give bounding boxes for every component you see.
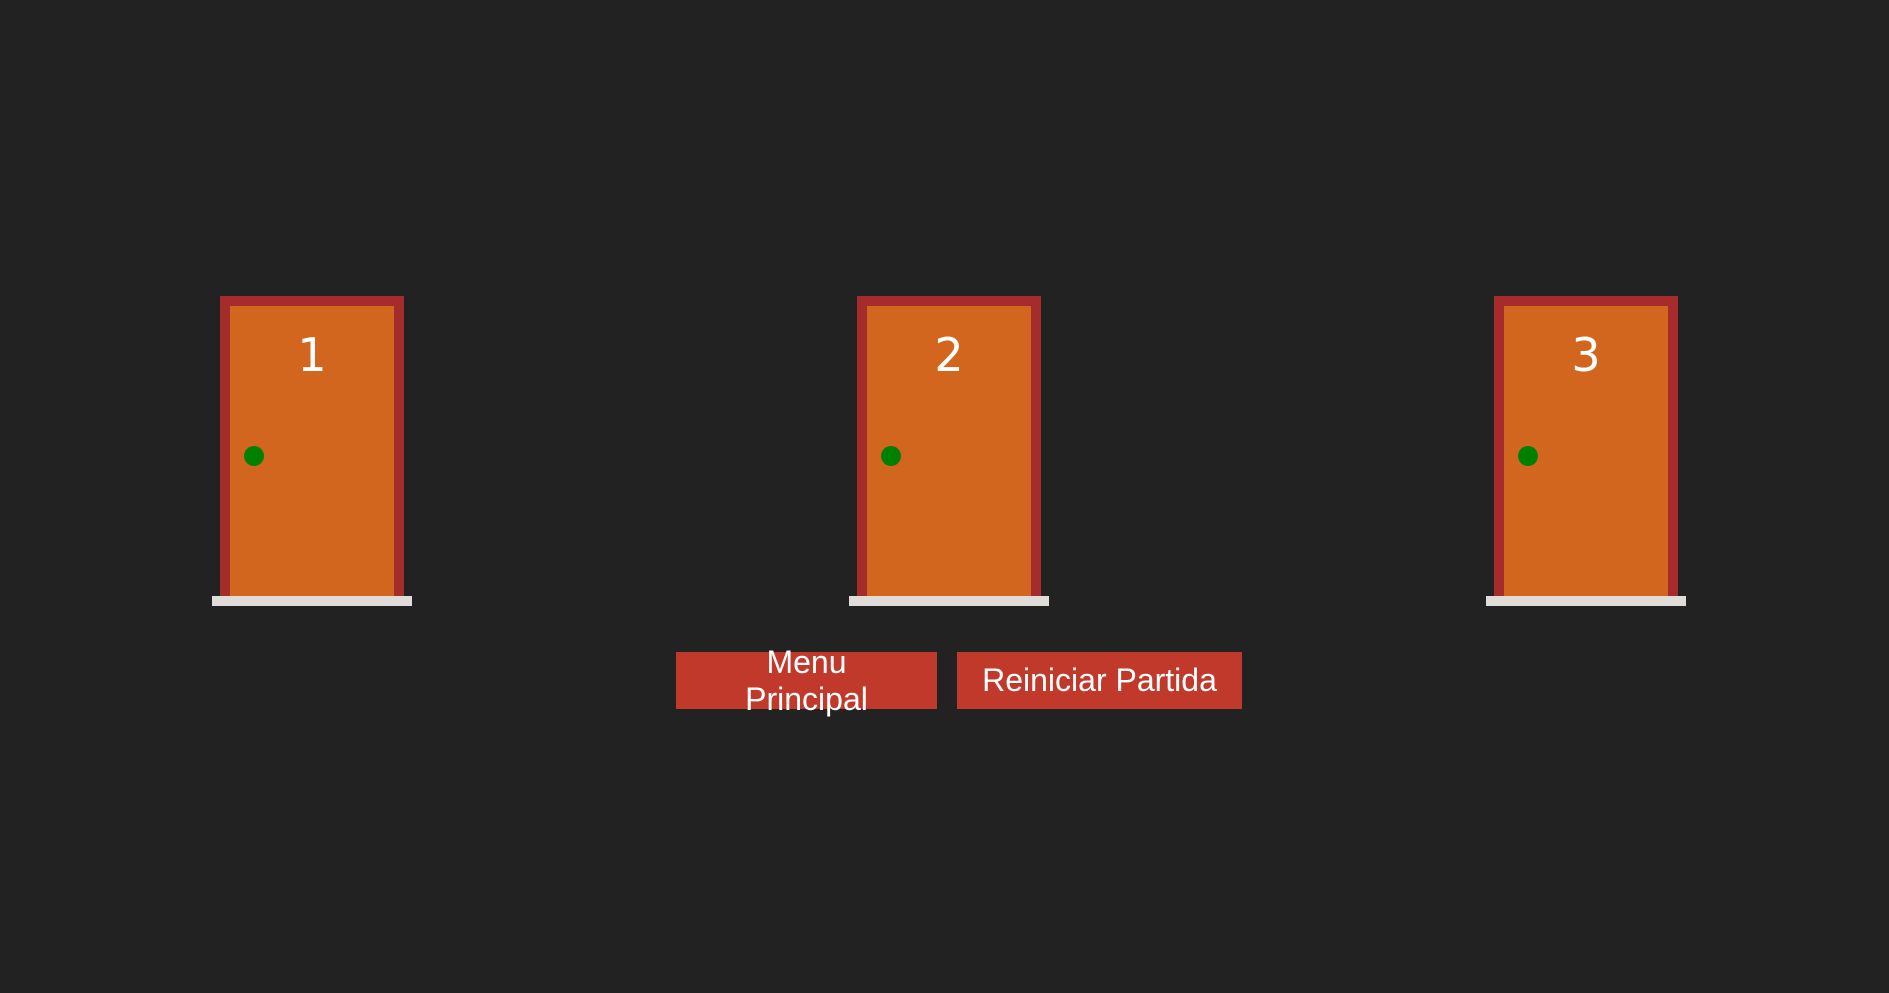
door-panel[interactable]: 3 xyxy=(1504,306,1668,596)
door-panel[interactable]: 1 xyxy=(230,306,394,596)
door-frame[interactable]: 1 xyxy=(220,296,404,596)
door-knob-icon xyxy=(881,446,901,466)
game-controls: Menu Principal Reiniciar Partida xyxy=(676,644,1242,717)
door-panel[interactable]: 2 xyxy=(867,306,1031,596)
door-frame[interactable]: 3 xyxy=(1494,296,1678,596)
restart-game-button[interactable]: Reiniciar Partida xyxy=(957,652,1242,709)
door-knob-icon xyxy=(244,446,264,466)
main-menu-button[interactable]: Menu Principal xyxy=(676,644,937,717)
door-number: 3 xyxy=(1571,328,1601,382)
door-2[interactable]: 2 xyxy=(849,296,1049,608)
door-1[interactable]: 1 xyxy=(212,296,412,608)
door-number: 1 xyxy=(297,328,327,382)
door-knob-icon xyxy=(1518,446,1538,466)
door-frame[interactable]: 2 xyxy=(857,296,1041,596)
door-3[interactable]: 3 xyxy=(1486,296,1686,608)
door-threshold xyxy=(212,596,412,606)
door-number: 2 xyxy=(934,328,964,382)
door-threshold xyxy=(1486,596,1686,606)
door-threshold xyxy=(849,596,1049,606)
